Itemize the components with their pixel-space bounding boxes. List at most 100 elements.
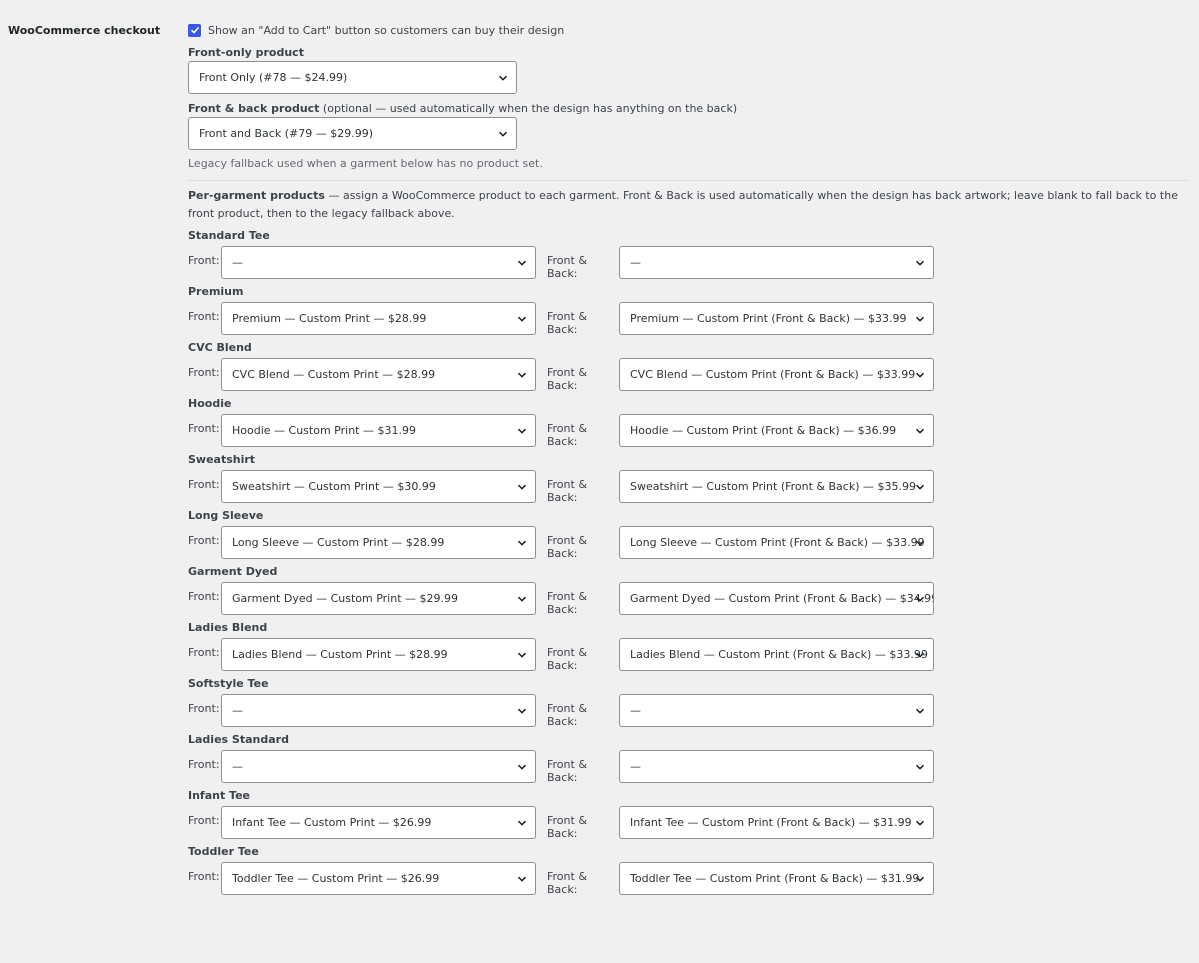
chevron-down-icon — [517, 652, 527, 658]
garment-row: Front: Hoodie — Custom Print — $31.99 Fron… — [188, 414, 1188, 448]
garment-row: Front: Toddler Tee — Custom Print — $26.9… — [188, 862, 1188, 896]
front-back-label: Front & Back: — [547, 422, 587, 448]
garment-name: Sweatshirt — [188, 453, 256, 466]
front-back-product-select[interactable]: Sweatshirt — Custom Print (Front & Back)… — [619, 470, 934, 503]
front-back-label: Front & Back: — [547, 478, 587, 504]
garment-group: Garment Dyed Front: Garment Dyed — Custom … — [188, 565, 1188, 616]
front-product-select[interactable]: — — [221, 694, 536, 727]
chevron-down-icon — [517, 260, 527, 266]
garment-name: Premium — [188, 285, 244, 298]
front-back-product-select[interactable]: Ladies Blend — Custom Print (Front & Bac… — [619, 638, 934, 671]
front-product-value: Garment Dyed — Custom Print — $29.99 — [232, 592, 459, 605]
front-product-select[interactable]: Infant Tee — Custom Print — $26.99 — [221, 806, 536, 839]
front-back-product-select[interactable]: Infant Tee — Custom Print (Front & Back)… — [619, 806, 934, 839]
front-product-select[interactable]: Garment Dyed — Custom Print — $29.99 — [221, 582, 536, 615]
garment-row: Front: — Front & Back: — — [188, 694, 1188, 728]
front-back-label: Front & Back: — [547, 254, 587, 280]
front-back-product-select[interactable]: Long Sleeve — Custom Print (Front & Back… — [619, 526, 934, 559]
front-back-select[interactable]: Front and Back (#79 — $29.99) — [188, 117, 517, 150]
garment-row: Front: CVC Blend — Custom Print — $28.99 F… — [188, 358, 1188, 392]
front-only-label: Front-only product — [188, 46, 304, 59]
chevron-down-icon — [517, 764, 527, 770]
front-only-select[interactable]: Front Only (#78 — $24.99) — [188, 61, 517, 94]
front-back-product-select[interactable]: Hoodie — Custom Print (Front & Back) — $… — [619, 414, 934, 447]
garment-row: Front: — Front & Back: — — [188, 750, 1188, 784]
garment-group: Hoodie Front: Hoodie — Custom Print — $31.… — [188, 397, 1188, 448]
front-label: Front: — [188, 758, 220, 771]
chevron-down-icon — [915, 316, 925, 322]
front-product-select[interactable]: Premium — Custom Print — $28.99 — [221, 302, 536, 335]
front-product-value: CVC Blend — Custom Print — $28.99 — [232, 368, 436, 381]
front-back-label: Front & Back: — [547, 702, 587, 728]
garment-name: Garment Dyed — [188, 565, 278, 578]
front-product-value: Sweatshirt — Custom Print — $30.99 — [232, 480, 436, 493]
front-label: Front: — [188, 254, 220, 267]
front-product-select[interactable]: Sweatshirt — Custom Print — $30.99 — [221, 470, 536, 503]
garment-list: Standard Tee Front: — Front & Back: — Premium… — [188, 229, 1188, 896]
garment-group: Long Sleeve Front: Long Sleeve — Custom Pr… — [188, 509, 1188, 560]
front-product-value: Toddler Tee — Custom Print — $26.99 — [232, 872, 440, 885]
front-back-product-value: — — [630, 256, 641, 269]
front-product-select[interactable]: Toddler Tee — Custom Print — $26.99 — [221, 862, 536, 895]
front-label: Front: — [188, 702, 220, 715]
front-product-value: — — [232, 256, 243, 269]
checkout-settings: Show an "Add to Cart" button so customer… — [188, 22, 1188, 896]
front-product-select[interactable]: Long Sleeve — Custom Print — $28.99 — [221, 526, 536, 559]
checkmark-icon — [190, 26, 199, 34]
front-label: Front: — [188, 870, 220, 883]
per-garment-text: — assign a WooCommerce product to each g… — [188, 189, 1178, 220]
chevron-down-icon — [498, 131, 508, 137]
chevron-down-icon — [915, 764, 925, 770]
chevron-down-icon — [517, 876, 527, 882]
section-label: WooCommerce checkout — [8, 24, 161, 37]
front-back-label: Front & Back: — [547, 758, 587, 784]
chevron-down-icon — [498, 75, 508, 81]
front-product-select[interactable]: — — [221, 750, 536, 783]
front-product-select[interactable]: Ladies Blend — Custom Print — $28.99 — [221, 638, 536, 671]
garment-group: Softstyle Tee Front: — Front & Back: — — [188, 677, 1188, 728]
chevron-down-icon — [915, 820, 925, 826]
garment-row: Front: Garment Dyed — Custom Print — $29.… — [188, 582, 1188, 616]
garment-group: CVC Blend Front: CVC Blend — Custom Print … — [188, 341, 1188, 392]
chevron-down-icon — [915, 596, 925, 602]
add-to-cart-option[interactable]: Show an "Add to Cart" button so customer… — [188, 22, 1188, 38]
garment-name: CVC Blend — [188, 341, 252, 354]
garment-group: Premium Front: Premium — Custom Print — $2… — [188, 285, 1188, 336]
legacy-hint: Legacy fallback used when a garment belo… — [188, 157, 543, 170]
chevron-down-icon — [517, 428, 527, 434]
chevron-down-icon — [517, 708, 527, 714]
front-back-product-select[interactable]: CVC Blend — Custom Print (Front & Back) … — [619, 358, 934, 391]
front-back-product-select[interactable]: Toddler Tee — Custom Print (Front & Back… — [619, 862, 934, 895]
add-to-cart-checkbox[interactable] — [188, 23, 201, 37]
front-product-value: — — [232, 704, 243, 717]
front-back-product-value: Long Sleeve — Custom Print (Front & Back… — [630, 536, 925, 549]
front-back-product-value: CVC Blend — Custom Print (Front & Back) … — [630, 368, 916, 381]
chevron-down-icon — [915, 708, 925, 714]
garment-name: Hoodie — [188, 397, 232, 410]
per-garment-title: Per-garment products — [188, 189, 325, 202]
front-only-value: Front Only (#78 — $24.99) — [199, 71, 348, 84]
front-product-select[interactable]: Hoodie — Custom Print — $31.99 — [221, 414, 536, 447]
front-label: Front: — [188, 814, 220, 827]
front-back-product-select[interactable]: Premium — Custom Print (Front & Back) — … — [619, 302, 934, 335]
garment-row: Front: Infant Tee — Custom Print — $26.99… — [188, 806, 1188, 840]
garment-row: Front: Long Sleeve — Custom Print — $28.9… — [188, 526, 1188, 560]
front-product-select[interactable]: — — [221, 246, 536, 279]
front-back-product-select[interactable]: Garment Dyed — Custom Print (Front & Bac… — [619, 582, 934, 615]
front-back-product-select[interactable]: — — [619, 694, 934, 727]
front-back-label: Front & Back: — [547, 646, 587, 672]
front-product-value: Ladies Blend — Custom Print — $28.99 — [232, 648, 448, 661]
front-back-label-note: (optional — used automatically when the … — [319, 102, 738, 115]
front-back-product-value: Hoodie — Custom Print (Front & Back) — $… — [630, 424, 897, 437]
front-back-product-value: Premium — Custom Print (Front & Back) — … — [630, 312, 907, 325]
chevron-down-icon — [915, 652, 925, 658]
garment-name: Infant Tee — [188, 789, 251, 802]
garment-row: Front: — Front & Back: — — [188, 246, 1188, 280]
front-label: Front: — [188, 534, 220, 547]
front-product-select[interactable]: CVC Blend — Custom Print — $28.99 — [221, 358, 536, 391]
garment-row: Front: Premium — Custom Print — $28.99 Fro… — [188, 302, 1188, 336]
chevron-down-icon — [517, 540, 527, 546]
front-back-product-select[interactable]: — — [619, 246, 934, 279]
garment-row: Front: Sweatshirt — Custom Print — $30.99… — [188, 470, 1188, 504]
front-back-product-select[interactable]: — — [619, 750, 934, 783]
